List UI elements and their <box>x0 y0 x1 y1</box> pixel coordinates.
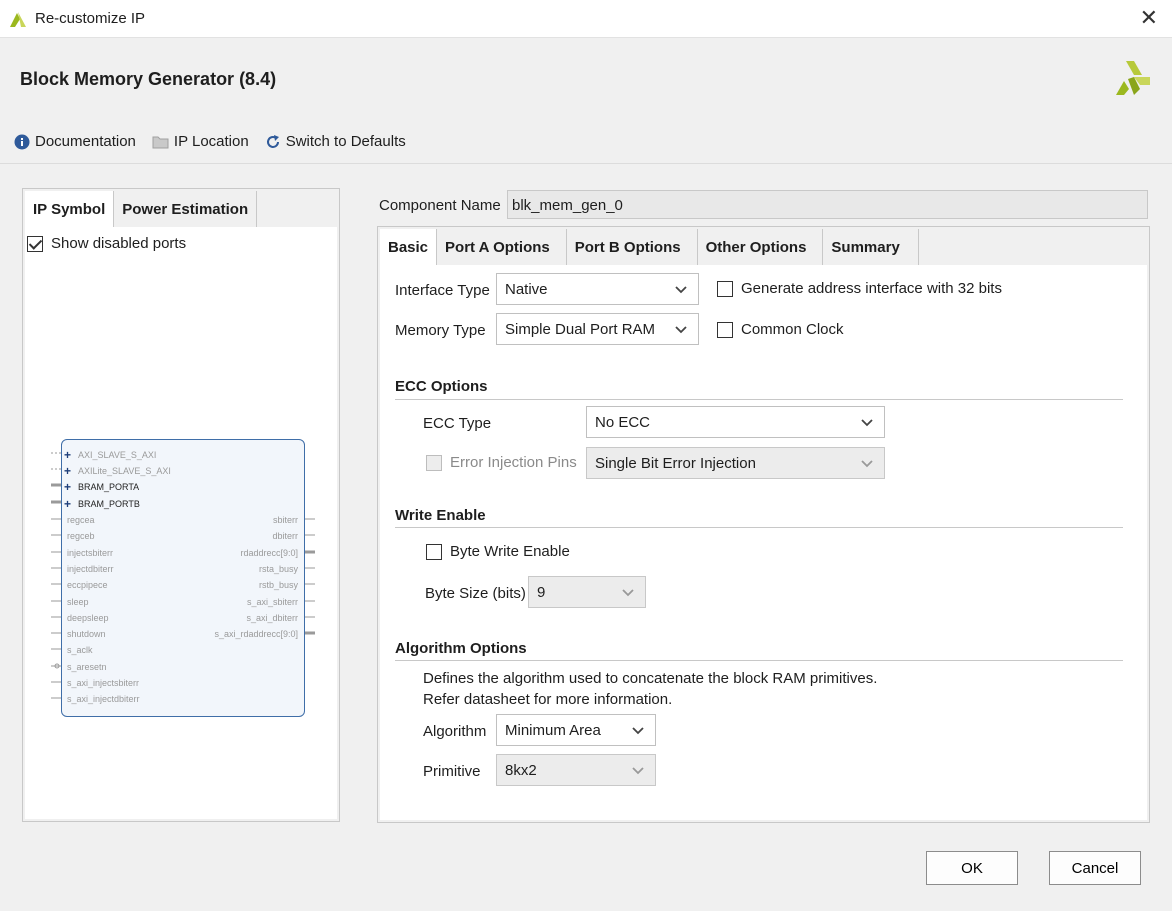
basic-tab-content: Interface Type Native Memory Type Simple… <box>380 265 1147 820</box>
window-title: Re-customize IP <box>35 10 146 27</box>
primitive-value: 8kx2 <box>505 761 537 779</box>
ecc-type-label: ECC Type <box>423 415 492 432</box>
write-enable-divider <box>395 527 1123 528</box>
ecc-type-value: No ECC <box>595 413 651 431</box>
tab-power-estimation[interactable]: Power Estimation <box>114 191 258 227</box>
ip-location-button[interactable]: IP Location <box>152 133 249 150</box>
interface-type-label: Interface Type <box>395 282 490 299</box>
tab-ip-symbol[interactable]: IP Symbol <box>25 191 115 227</box>
info-icon <box>14 134 30 149</box>
primitive-label: Primitive <box>423 763 481 780</box>
chevron-down-icon <box>861 419 873 427</box>
config-tabs: Basic Port A Options Port B Options Othe… <box>380 229 919 265</box>
dialog-header: Block Memory Generator (8.4) Documentati… <box>0 39 1172 164</box>
write-enable-heading: Write Enable <box>395 507 486 524</box>
algorithm-divider <box>395 660 1123 661</box>
ecc-divider <box>395 399 1123 400</box>
common-clock-label: Common Clock <box>741 321 844 338</box>
chevron-down-icon <box>861 460 873 468</box>
algorithm-description-1: Defines the algorithm used to concatenat… <box>423 670 878 687</box>
toolbar: Documentation IP Location Switch to Defa… <box>14 133 406 150</box>
error-injection-select: Single Bit Error Injection <box>586 447 885 479</box>
switch-defaults-label: Switch to Defaults <box>285 133 406 150</box>
chevron-down-icon <box>632 727 644 735</box>
documentation-label: Documentation <box>35 133 136 150</box>
right-panel: Basic Port A Options Port B Options Othe… <box>377 226 1150 823</box>
interface-type-select[interactable]: Native <box>496 273 699 305</box>
left-panel: IP Symbol Power Estimation Show disabled… <box>22 188 340 822</box>
left-tabs: IP Symbol Power Estimation <box>25 191 258 227</box>
byte-size-select: 9 <box>528 576 646 608</box>
memory-type-label: Memory Type <box>395 322 486 339</box>
app-logo-icon <box>10 12 26 27</box>
error-injection-checkbox <box>426 454 442 471</box>
refresh-icon <box>266 134 279 148</box>
cancel-button[interactable]: Cancel <box>1049 851 1141 885</box>
byte-write-enable-option[interactable]: Byte Write Enable <box>426 543 570 560</box>
memory-type-value: Simple Dual Port RAM <box>505 320 656 338</box>
tab-port-a-options[interactable]: Port A Options <box>437 229 567 265</box>
byte-write-enable-label: Byte Write Enable <box>450 543 570 560</box>
show-disabled-ports-checkbox[interactable] <box>27 235 43 252</box>
error-injection-label: Error Injection Pins <box>450 454 577 471</box>
tab-port-b-options[interactable]: Port B Options <box>567 229 698 265</box>
primitive-select: 8kx2 <box>496 754 656 786</box>
algorithm-options-heading: Algorithm Options <box>395 640 527 657</box>
documentation-button[interactable]: Documentation <box>14 133 136 150</box>
ip-location-label: IP Location <box>173 133 249 150</box>
tab-summary[interactable]: Summary <box>823 229 919 265</box>
ecc-options-heading: ECC Options <box>395 378 488 395</box>
algorithm-select[interactable]: Minimum Area <box>496 714 656 746</box>
switch-defaults-button[interactable]: Switch to Defaults <box>265 133 406 150</box>
gen-addr-32-option[interactable]: Generate address interface with 32 bits <box>717 280 1002 297</box>
common-clock-checkbox[interactable] <box>717 321 733 338</box>
ecc-type-select[interactable]: No ECC <box>586 406 885 438</box>
algorithm-description-2: Refer datasheet for more information. <box>423 691 673 708</box>
byte-size-value: 9 <box>537 583 546 601</box>
byte-size-label: Byte Size (bits) <box>425 585 526 602</box>
xilinx-logo-icon <box>1116 61 1150 95</box>
gen-addr-32-checkbox[interactable] <box>717 280 733 297</box>
close-icon[interactable]: ✕ <box>1140 7 1158 29</box>
chevron-down-icon <box>675 326 687 334</box>
component-name-label: Component Name <box>379 197 501 214</box>
interface-type-value: Native <box>505 280 548 298</box>
dialog-heading: Block Memory Generator (8.4) <box>20 69 277 89</box>
chevron-down-icon <box>622 589 634 597</box>
algorithm-label: Algorithm <box>423 723 487 740</box>
error-injection-option: Error Injection Pins <box>426 454 577 471</box>
memory-type-select[interactable]: Simple Dual Port RAM <box>496 313 699 345</box>
ip-symbol-view: Show disabled ports + AXI_SLAVE_S_AXI + … <box>25 227 337 819</box>
algorithm-value: Minimum Area <box>505 721 601 739</box>
tab-other-options[interactable]: Other Options <box>698 229 824 265</box>
error-injection-value: Single Bit Error Injection <box>595 454 756 472</box>
gen-addr-32-label: Generate address interface with 32 bits <box>741 280 1002 297</box>
chevron-down-icon <box>675 286 687 294</box>
common-clock-option[interactable]: Common Clock <box>717 321 844 338</box>
tab-basic[interactable]: Basic <box>380 229 438 265</box>
chevron-down-icon <box>632 767 644 775</box>
show-disabled-ports[interactable]: Show disabled ports <box>27 235 186 252</box>
byte-write-enable-checkbox[interactable] <box>426 543 442 560</box>
folder-icon <box>152 136 169 148</box>
ok-button[interactable]: OK <box>926 851 1018 885</box>
symbol-pins <box>51 452 315 699</box>
title-bar: Re-customize IP ✕ <box>0 0 1172 38</box>
component-name-input[interactable]: blk_mem_gen_0 <box>507 190 1148 219</box>
show-disabled-ports-label: Show disabled ports <box>51 235 187 252</box>
